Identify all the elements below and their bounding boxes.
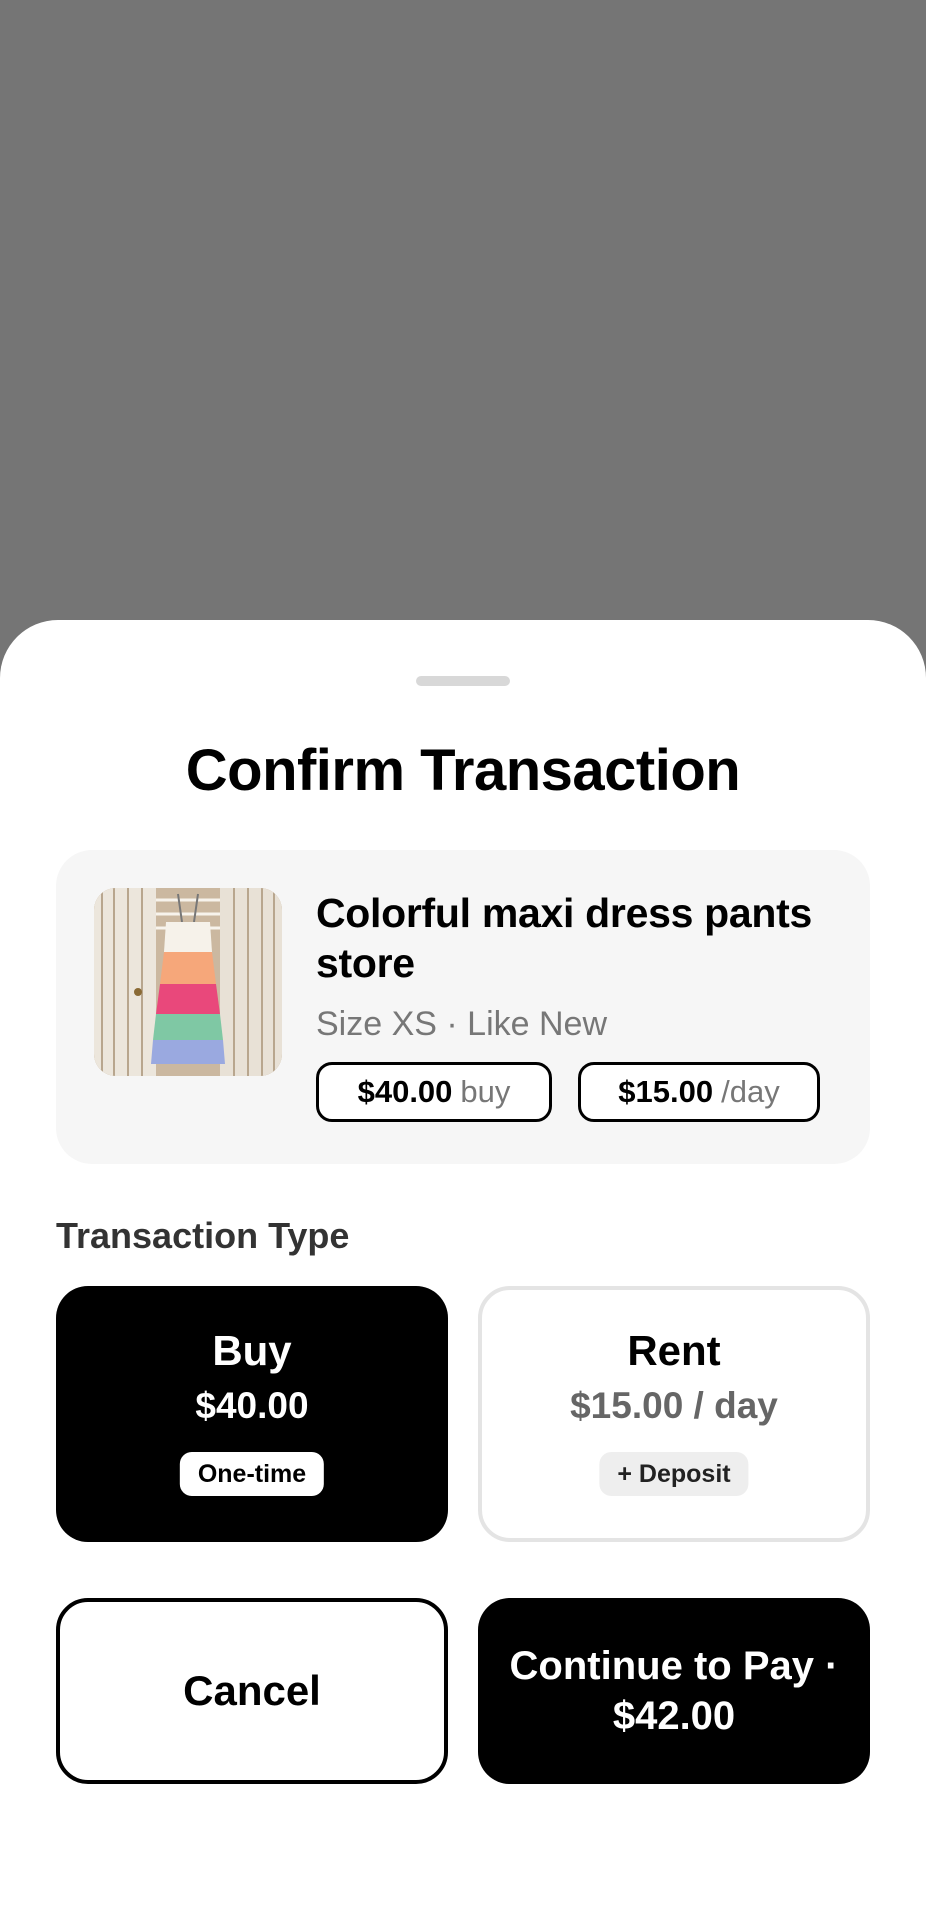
item-title: Colorful maxi dress pants store [316, 890, 813, 986]
rent-price-amount: $15.00 [618, 1074, 714, 1109]
item-size-condition: Size XS · Like New [316, 1005, 607, 1043]
rent-price-pill: $15.00 /day [578, 1062, 820, 1122]
transaction-option-rent[interactable]: Rent $15.00 / day + Deposit [478, 1286, 870, 1542]
option-price: $15.00 / day [570, 1385, 778, 1426]
transaction-type-label: Transaction Type [56, 1215, 350, 1256]
confirm-transaction-sheet: Confirm Transaction Colorful maxi dress … [0, 620, 926, 1920]
buy-price-amount: $40.00 [357, 1074, 453, 1109]
option-badge: + Deposit [599, 1452, 749, 1496]
option-badge: One-time [179, 1452, 325, 1496]
item-summary-card: Colorful maxi dress pants store Size XS … [56, 850, 870, 1164]
sheet-grabber-handle[interactable] [416, 676, 510, 686]
continue-to-pay-button[interactable]: Continue to Pay · $42.00 [478, 1598, 870, 1784]
option-price: $40.00 [195, 1385, 309, 1426]
transaction-option-buy[interactable]: Buy $40.00 One-time [56, 1286, 448, 1542]
buy-price-pill: $40.00 buy [316, 1062, 552, 1122]
rent-price-unit: /day [721, 1074, 780, 1109]
sheet-title: Confirm Transaction [185, 738, 741, 803]
option-name: Rent [627, 1327, 721, 1374]
buy-price-unit: buy [460, 1074, 511, 1109]
item-thumbnail [94, 888, 282, 1076]
cancel-button[interactable]: Cancel [56, 1598, 448, 1784]
option-name: Buy [212, 1327, 292, 1374]
